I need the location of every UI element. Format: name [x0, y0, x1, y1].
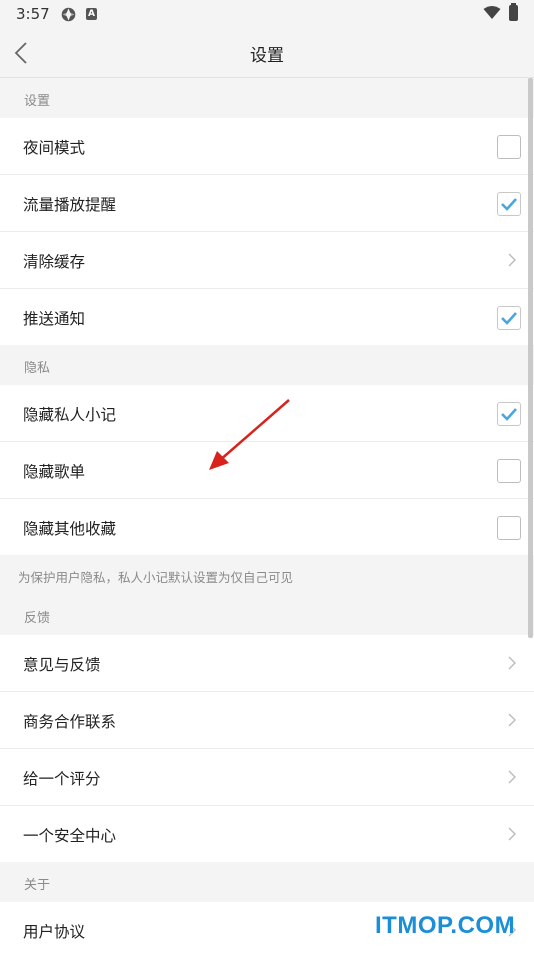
settings-row[interactable]: 意见与反馈: [0, 635, 534, 692]
watermark: ITMOP.COM: [375, 912, 516, 939]
checkmark-icon: [501, 408, 517, 421]
chevron-right-icon: [508, 253, 516, 267]
chevron-right-icon: [508, 770, 516, 784]
checkbox[interactable]: [497, 459, 521, 483]
privacy-note: 为保护用户隐私，私人小记默认设置为仅自己可见: [0, 555, 534, 595]
settings-row-label: 推送通知: [23, 310, 86, 328]
settings-row[interactable]: 一个安全中心: [0, 806, 534, 862]
settings-row-label: 意见与反馈: [23, 656, 101, 674]
checkbox[interactable]: [497, 402, 521, 426]
settings-row[interactable]: 流量播放提醒: [0, 175, 534, 232]
checkbox[interactable]: [497, 306, 521, 330]
section-header: 关于: [0, 862, 534, 902]
settings-row-label: 一个安全中心: [23, 827, 117, 845]
privacy-note-text: 为保护用户隐私，私人小记默认设置为仅自己可见: [18, 570, 294, 585]
checkmark-icon: [501, 312, 517, 325]
nav-bar: 设置: [0, 28, 534, 78]
section-header: 隐私: [0, 345, 534, 385]
section-header-label: 隐私: [24, 361, 51, 376]
status-bar: 3:57 A: [0, 0, 534, 28]
settings-row-label: 隐藏私人小记: [23, 406, 117, 424]
checkbox[interactable]: [497, 192, 521, 216]
settings-row-label: 给一个评分: [23, 770, 101, 788]
checkbox[interactable]: [497, 516, 521, 540]
scrollbar[interactable]: [528, 78, 533, 638]
settings-row[interactable]: 夜间模式: [0, 118, 534, 175]
settings-row-label: 清除缓存: [23, 253, 86, 271]
section-header: 设置: [0, 78, 534, 118]
settings-row-label: 用户协议: [23, 923, 86, 941]
checkbox[interactable]: [497, 135, 521, 159]
settings-row-label: 夜间模式: [23, 139, 86, 157]
chevron-right-icon: [508, 656, 516, 670]
settings-row[interactable]: 商务合作联系: [0, 692, 534, 749]
settings-row[interactable]: 隐藏其他收藏: [0, 499, 534, 555]
sync-icon: [61, 7, 76, 22]
settings-row-label: 流量播放提醒: [23, 196, 117, 214]
settings-row[interactable]: 清除缓存: [0, 232, 534, 289]
settings-row[interactable]: 给一个评分: [0, 749, 534, 806]
section-header-label: 关于: [24, 878, 51, 893]
settings-row[interactable]: 推送通知: [0, 289, 534, 345]
chevron-right-icon: [508, 827, 516, 841]
notification-app-icon: A: [86, 8, 97, 20]
status-time: 3:57: [16, 5, 50, 23]
settings-row-label: 隐藏歌单: [23, 463, 86, 481]
chevron-right-icon: [508, 713, 516, 727]
annotation-arrow: [209, 399, 290, 470]
section-header: 反馈: [0, 595, 534, 635]
settings-row-label: 商务合作联系: [23, 713, 117, 731]
settings-row-label: 隐藏其他收藏: [23, 520, 117, 538]
page-title: 设置: [250, 46, 284, 66]
wifi-icon: [483, 6, 501, 19]
checkmark-icon: [501, 198, 517, 211]
section-header-label: 设置: [24, 94, 51, 109]
settings-list: 设置夜间模式流量播放提醒 清除缓存推送通知隐私隐藏私人小记 隐藏歌单隐藏其他收藏为保…: [0, 78, 534, 958]
section-header-label: 反馈: [24, 611, 51, 626]
battery-icon: [509, 3, 518, 21]
